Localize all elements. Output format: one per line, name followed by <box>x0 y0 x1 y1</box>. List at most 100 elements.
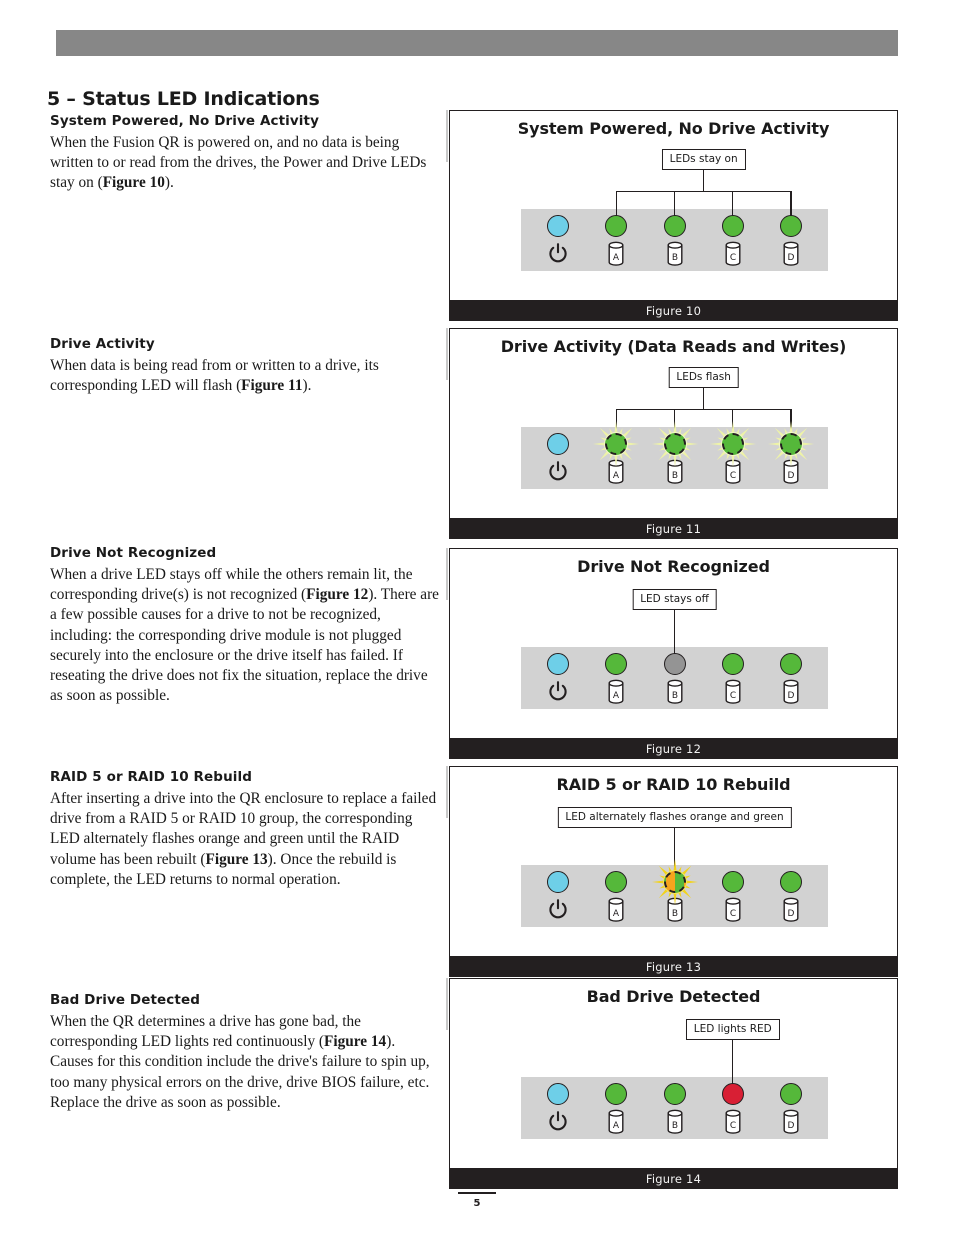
section-heading: RAID 5 or RAID 10 Rebuild <box>50 769 253 785</box>
drive-icon: A <box>606 679 626 705</box>
svg-text:C: C <box>730 471 736 481</box>
figure-panel: Drive Activity (Data Reads and Writes) LE… <box>446 328 898 539</box>
led-row: A B C D <box>521 1083 828 1135</box>
figure-title: Bad Drive Detected <box>586 987 761 1006</box>
figure-callout: LED lights RED <box>685 1019 780 1040</box>
figure-spine <box>446 978 448 1030</box>
drive-icon: B <box>665 459 685 485</box>
drive-icon: C <box>723 241 743 267</box>
drive-icon: B <box>665 241 685 267</box>
svg-text:D: D <box>788 253 795 263</box>
status-led <box>547 215 569 237</box>
drive-led-cell-b: B <box>658 1083 692 1135</box>
drive-led-cell-b: B <box>658 653 692 705</box>
figure-title: RAID 5 or RAID 10 Rebuild <box>556 775 791 794</box>
figure-body: System Powered, No Drive Activity LEDs st… <box>449 110 898 300</box>
figure-callout: LEDs stay on <box>661 149 746 170</box>
figure-callout: LED stays off <box>632 589 717 610</box>
drive-led-cell-a: A <box>599 871 633 923</box>
status-led <box>780 653 802 675</box>
text-section: RAID 5 or RAID 10 Rebuild After inserting… <box>50 769 442 890</box>
svg-text:C: C <box>730 1121 736 1131</box>
svg-text:A: A <box>613 909 620 919</box>
drive-led-cell-c: C <box>709 421 756 485</box>
drive-led-cell-c: C <box>716 871 750 923</box>
page-footer: 5 <box>0 1192 954 1209</box>
footer-divider <box>458 1192 496 1194</box>
power-led-cell <box>541 215 575 267</box>
drive-icon: C <box>723 897 743 923</box>
status-led <box>721 215 744 237</box>
drive-led-cell-a: A <box>599 653 633 705</box>
status-led <box>663 871 686 893</box>
figure-caption: Figure 14 <box>449 1168 898 1189</box>
drive-led-cell-a: A <box>593 421 640 485</box>
figure-body: Drive Activity (Data Reads and Writes) LE… <box>449 328 898 518</box>
status-led <box>547 653 569 675</box>
status-led <box>663 653 686 675</box>
section-body: When data is being read from or written … <box>50 357 379 395</box>
power-icon <box>548 679 568 705</box>
led-row: A B C D <box>521 859 828 923</box>
drive-led-cell-c: C <box>716 653 750 705</box>
status-led <box>721 653 744 675</box>
svg-text:C: C <box>730 909 736 919</box>
drive-icon: D <box>781 459 801 485</box>
status-led <box>663 1083 686 1105</box>
svg-text:B: B <box>671 909 677 919</box>
section-heading: Drive Not Recognized <box>50 545 217 561</box>
led-row: A B C D <box>521 653 828 705</box>
figure-caption: Figure 11 <box>449 518 898 539</box>
svg-text:C: C <box>730 691 736 701</box>
leader-line <box>616 191 791 193</box>
figure-caption: Figure 13 <box>449 956 898 977</box>
status-led <box>605 1083 628 1105</box>
drive-icon: B <box>665 897 685 923</box>
status-led <box>547 433 569 455</box>
drive-icon: C <box>723 1109 743 1135</box>
text-section: Bad Drive Detected When the QR determines… <box>50 992 442 1113</box>
text-section: Drive Not Recognized When a drive LED sta… <box>50 545 442 706</box>
led-row: A B C D <box>521 215 828 267</box>
section-body: After inserting a drive into the QR encl… <box>50 790 437 888</box>
drive-icon: B <box>665 1109 685 1135</box>
drive-icon: A <box>606 897 626 923</box>
power-icon <box>548 897 568 923</box>
drive-led-cell-a: A <box>599 215 633 267</box>
section-heading: Bad Drive Detected <box>50 992 200 1008</box>
drive-led-cell-b: B <box>651 859 698 923</box>
status-led <box>780 433 802 455</box>
leader-line <box>616 409 791 411</box>
svg-text:D: D <box>788 1121 795 1131</box>
figure-callout: LED alternately flashes orange and green <box>557 807 792 828</box>
status-led <box>605 433 628 455</box>
power-icon <box>548 459 568 485</box>
drive-led-cell-d: D <box>768 421 814 485</box>
figure-spine <box>446 766 448 818</box>
page-number: 5 <box>473 1197 481 1209</box>
status-led <box>605 653 628 675</box>
svg-text:A: A <box>613 253 620 263</box>
svg-text:B: B <box>671 471 677 481</box>
status-led <box>605 215 628 237</box>
text-section: System Powered, No Drive Activity When th… <box>50 113 442 194</box>
status-led <box>780 871 802 893</box>
figure-panel: RAID 5 or RAID 10 Rebuild LED alternately… <box>446 766 898 977</box>
svg-text:B: B <box>671 691 677 701</box>
text-section: Drive Activity When data is being read fr… <box>50 336 442 396</box>
svg-text:A: A <box>613 1121 620 1131</box>
figure-body: Drive Not Recognized LED stays off A B C D <box>449 548 898 738</box>
figure-panel: Bad Drive Detected LED lights RED A B C D Figu… <box>446 978 898 1189</box>
drive-icon: A <box>606 1109 626 1135</box>
status-led <box>721 1083 744 1105</box>
drive-icon: B <box>665 679 685 705</box>
drive-icon: D <box>781 241 801 267</box>
drive-led-cell-d: D <box>774 653 808 705</box>
drive-icon: D <box>781 897 801 923</box>
page-title: 5 – Status LED Indications <box>47 87 320 110</box>
drive-icon: D <box>781 1109 801 1135</box>
status-led <box>721 871 744 893</box>
status-led <box>780 1083 802 1105</box>
svg-text:D: D <box>788 909 795 919</box>
svg-text:A: A <box>613 471 620 481</box>
